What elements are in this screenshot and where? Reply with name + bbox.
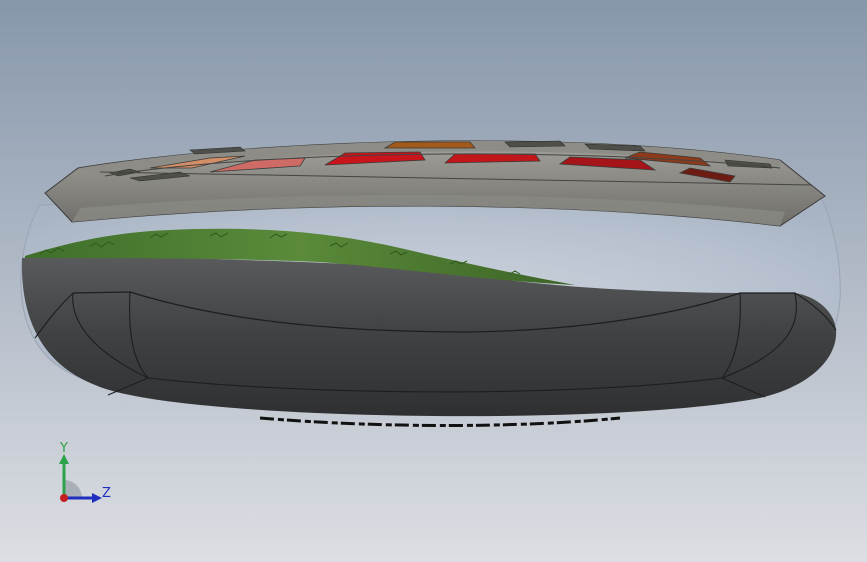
triad-z-arrowhead: [92, 493, 102, 503]
seat-row: [504, 140, 566, 148]
triad-z-label: Z: [102, 486, 111, 501]
stadium-model-scene: [0, 0, 867, 562]
model-viewport[interactable]: Y Z: [0, 0, 867, 562]
stand-section: [443, 153, 541, 164]
triad-y-label: Y: [59, 441, 68, 456]
triad-x-dot: [60, 494, 68, 502]
orientation-triad: Y Z: [59, 441, 111, 503]
stand-section: [383, 141, 476, 149]
